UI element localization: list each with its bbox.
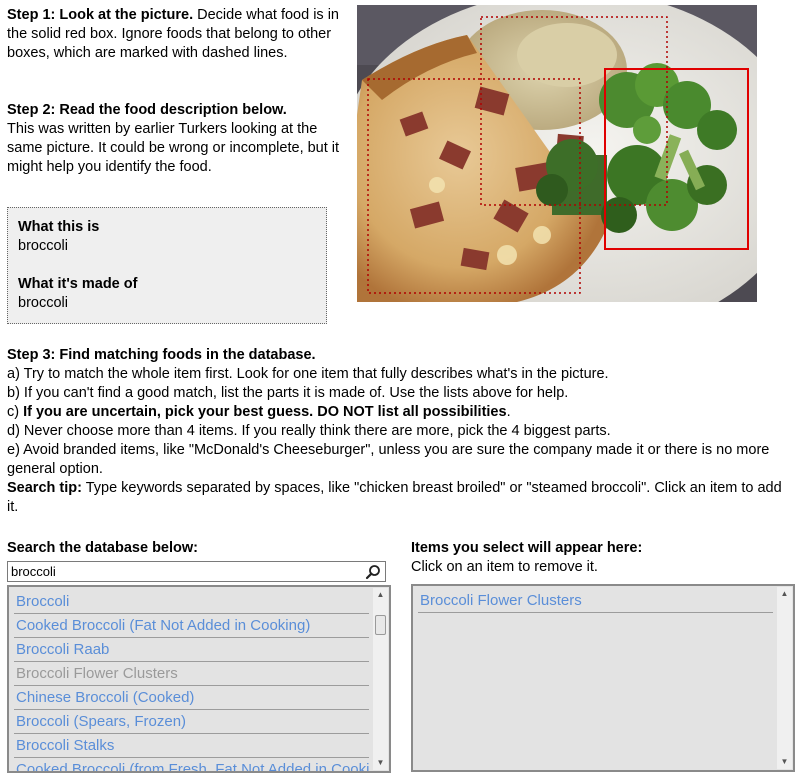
what-this-is-value: broccoli <box>18 238 68 254</box>
what-this-is-label: What this is <box>18 219 100 235</box>
search-box <box>7 561 386 582</box>
step1-heading: Step 1: Look at the picture. <box>7 7 194 23</box>
step3-instructions: Step 3: Find matching foods in the datab… <box>7 346 792 517</box>
food-description-box: What this is broccoli What it's made of … <box>7 207 327 324</box>
made-of-label: What it's made of <box>18 276 138 292</box>
step3-e: e) Avoid branded items, like "McDonald's… <box>7 442 770 477</box>
step3-c: c) If you are uncertain, pick your best … <box>7 404 511 420</box>
step3-b: b) If you can't find a good match, list … <box>7 385 569 401</box>
step3-d: d) Never choose more than 4 items. If yo… <box>7 423 611 439</box>
search-results-items: Broccoli Cooked Broccoli (Fat Not Added i… <box>14 590 369 771</box>
step2-heading: Step 2: Read the food description below. <box>7 102 287 118</box>
scrollbar-thumb[interactable] <box>375 615 386 635</box>
food-photo-image <box>357 5 757 302</box>
selected-items-list[interactable]: Broccoli Flower Clusters ▲ ▼ <box>411 584 795 772</box>
search-result-item[interactable]: Broccoli Stalks <box>14 734 369 758</box>
step3-heading: Step 3: Find matching foods in the datab… <box>7 347 316 363</box>
results-scrollbar[interactable]: ▲ ▼ <box>373 588 388 770</box>
search-result-item[interactable]: Broccoli Raab <box>14 638 369 662</box>
made-of-value: broccoli <box>18 295 68 311</box>
search-result-item[interactable]: Cooked Broccoli (Fat Not Added in Cookin… <box>14 614 369 638</box>
selected-items: Broccoli Flower Clusters <box>418 589 773 613</box>
search-result-item[interactable]: Broccoli <box>14 590 369 614</box>
step3-a: a) Try to match the whole item first. Lo… <box>7 366 609 382</box>
step2-text: This was written by earlier Turkers look… <box>7 121 340 175</box>
selection-title: Items you select will appear here: <box>411 540 643 556</box>
scroll-up-arrow-icon[interactable]: ▲ <box>373 588 388 602</box>
search-results-list[interactable]: Broccoli Cooked Broccoli (Fat Not Added i… <box>7 585 391 773</box>
search-result-item: Broccoli Flower Clusters <box>14 662 369 686</box>
search-icon[interactable] <box>365 564 381 580</box>
search-result-item[interactable]: Broccoli (Spears, Frozen) <box>14 710 369 734</box>
search-result-item[interactable]: Cooked Broccoli (from Fresh, Fat Not Add… <box>14 758 369 771</box>
scroll-up-arrow-icon[interactable]: ▲ <box>777 587 792 601</box>
search-tip: Search tip: Type keywords separated by s… <box>7 480 782 515</box>
search-result-item[interactable]: Chinese Broccoli (Cooked) <box>14 686 369 710</box>
step1-instructions: Step 1: Look at the picture. Decide what… <box>7 6 342 63</box>
step2-instructions: Step 2: Read the food description below.… <box>7 101 342 177</box>
search-title: Search the database below: <box>7 540 198 556</box>
selected-item[interactable]: Broccoli Flower Clusters <box>418 589 773 613</box>
food-photo <box>357 5 757 302</box>
scroll-down-arrow-icon[interactable]: ▼ <box>373 756 388 770</box>
selection-subtitle: Click on an item to remove it. <box>411 559 598 575</box>
scroll-down-arrow-icon[interactable]: ▼ <box>777 755 792 769</box>
selected-scrollbar[interactable]: ▲ ▼ <box>777 587 792 769</box>
search-input[interactable] <box>9 563 363 580</box>
